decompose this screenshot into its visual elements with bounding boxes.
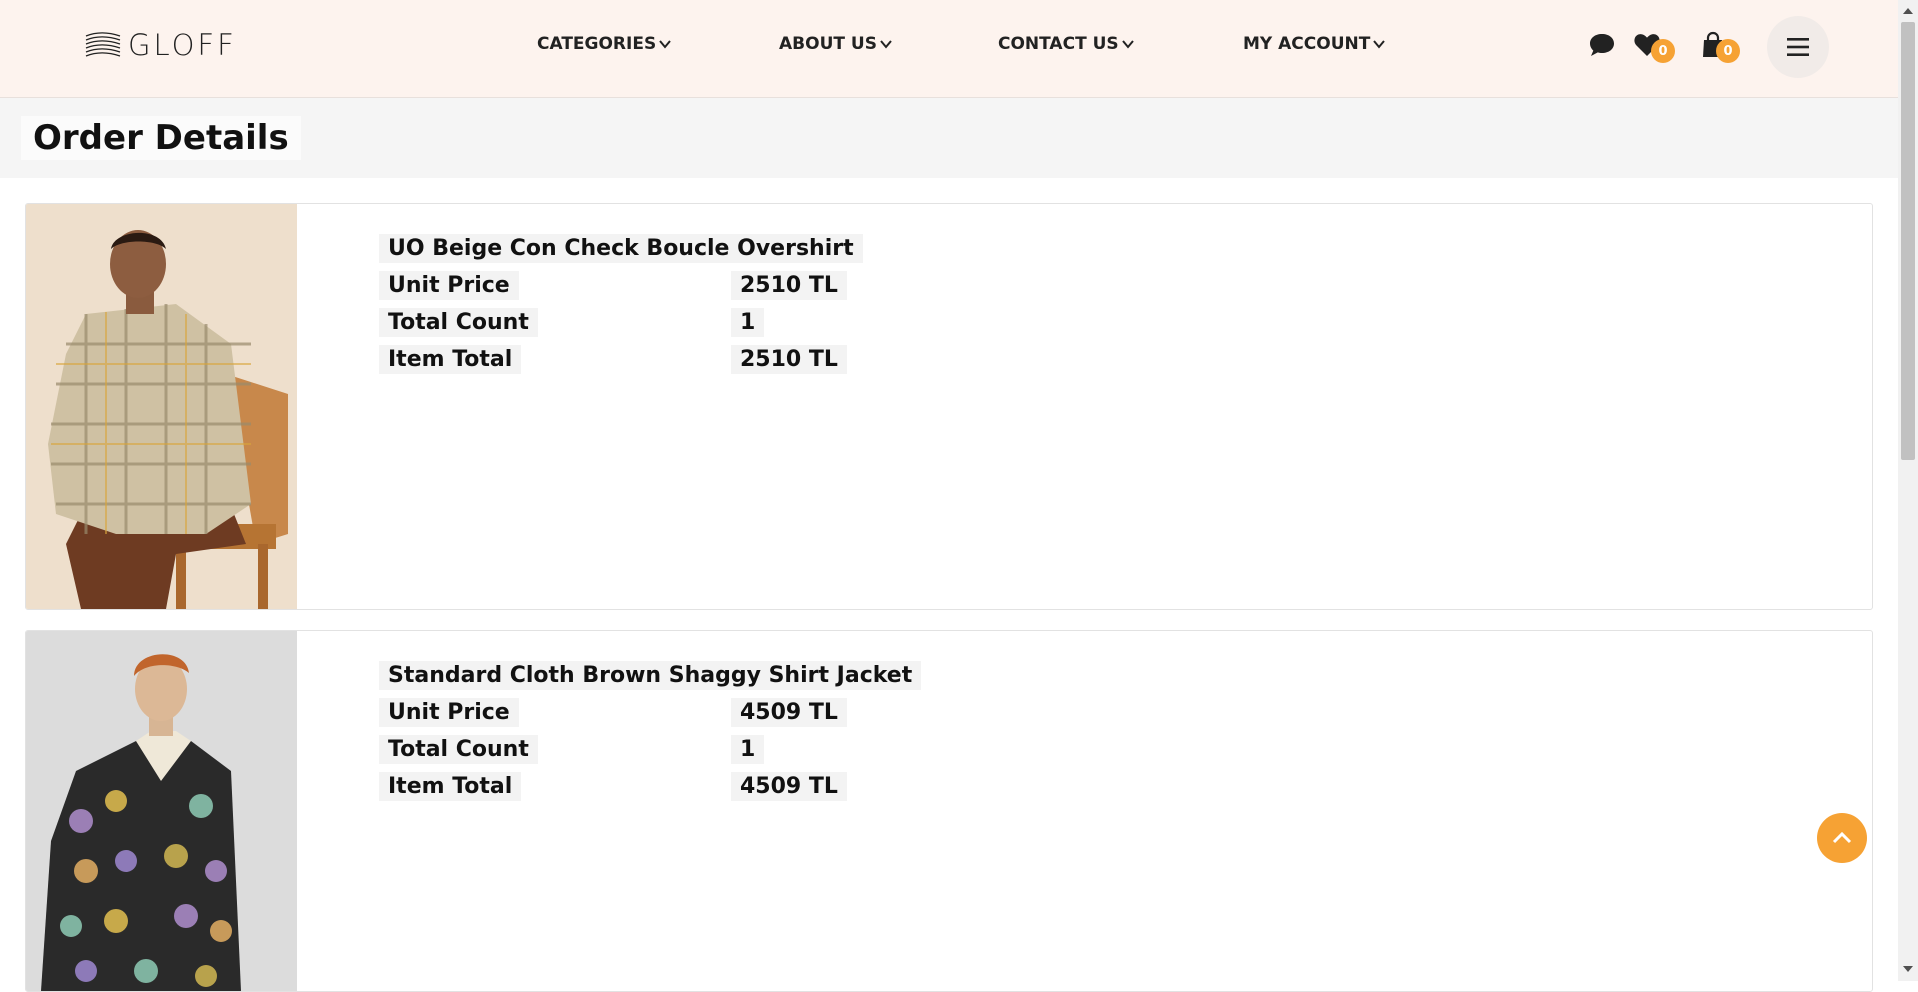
chevron-down-icon xyxy=(659,40,671,49)
chevron-down-icon xyxy=(1373,40,1386,49)
total-count-value: 1 xyxy=(731,308,765,337)
cart-count-badge: 0 xyxy=(1716,39,1740,63)
product-name: UO Beige Con Check Boucle Overshirt xyxy=(379,234,863,263)
site-logo[interactable]: GLOFF xyxy=(84,28,237,62)
unit-price-value: 4509 TL xyxy=(731,698,847,727)
total-count-value: 1 xyxy=(731,735,765,764)
scrollbar-thumb[interactable] xyxy=(1901,22,1915,460)
nav-categories[interactable]: CATEGORIES xyxy=(537,34,672,54)
unit-price-value: 2510 TL xyxy=(731,271,847,300)
product-image[interactable] xyxy=(26,204,297,609)
scroll-up-arrow-icon[interactable] xyxy=(1902,6,1914,16)
nav-about-us[interactable]: ABOUT US xyxy=(779,34,893,54)
product-name: Standard Cloth Brown Shaggy Shirt Jacket xyxy=(379,661,922,690)
unit-price-label: Unit Price xyxy=(379,698,519,727)
nav-contact-us[interactable]: CONTACT US xyxy=(998,34,1135,54)
logo-mark-icon xyxy=(85,32,121,57)
item-total-label: Item Total xyxy=(379,772,522,801)
hamburger-menu-button[interactable] xyxy=(1767,16,1829,78)
scroll-down-arrow-icon[interactable] xyxy=(1902,964,1914,974)
scroll-to-top-button[interactable] xyxy=(1817,813,1867,863)
chevron-down-icon xyxy=(880,40,892,49)
unit-price-label: Unit Price xyxy=(379,271,519,300)
page-title-band: Order Details xyxy=(0,98,1898,178)
total-count-label: Total Count xyxy=(379,308,538,337)
nav-contact-us-label: CONTACT US xyxy=(998,34,1119,54)
wishlist-count-badge: 0 xyxy=(1651,39,1675,63)
page-title: Order Details xyxy=(21,116,301,160)
page-scrollbar[interactable] xyxy=(1898,0,1918,981)
item-total-value: 2510 TL xyxy=(731,345,847,374)
order-item-card: UO Beige Con Check Boucle Overshirt Unit… xyxy=(25,203,1873,610)
nav-about-us-label: ABOUT US xyxy=(779,34,877,54)
site-header: GLOFF CATEGORIES ABOUT US CONTACT US MY … xyxy=(0,0,1898,98)
hamburger-menu-icon xyxy=(1787,38,1809,56)
chevron-down-icon xyxy=(1121,40,1134,49)
nav-my-account-label: MY ACCOUNT xyxy=(1243,34,1371,54)
item-total-label: Item Total xyxy=(379,345,522,374)
item-total-value: 4509 TL xyxy=(731,772,847,801)
product-image[interactable] xyxy=(26,631,297,991)
total-count-label: Total Count xyxy=(379,735,538,764)
order-item-card: Standard Cloth Brown Shaggy Shirt Jacket… xyxy=(25,630,1873,992)
logo-text: GLOFF xyxy=(128,28,237,62)
chevron-up-icon xyxy=(1832,831,1852,844)
nav-categories-label: CATEGORIES xyxy=(537,34,657,54)
nav-my-account[interactable]: MY ACCOUNT xyxy=(1243,34,1386,54)
chat-bubble-icon[interactable] xyxy=(1587,30,1617,60)
